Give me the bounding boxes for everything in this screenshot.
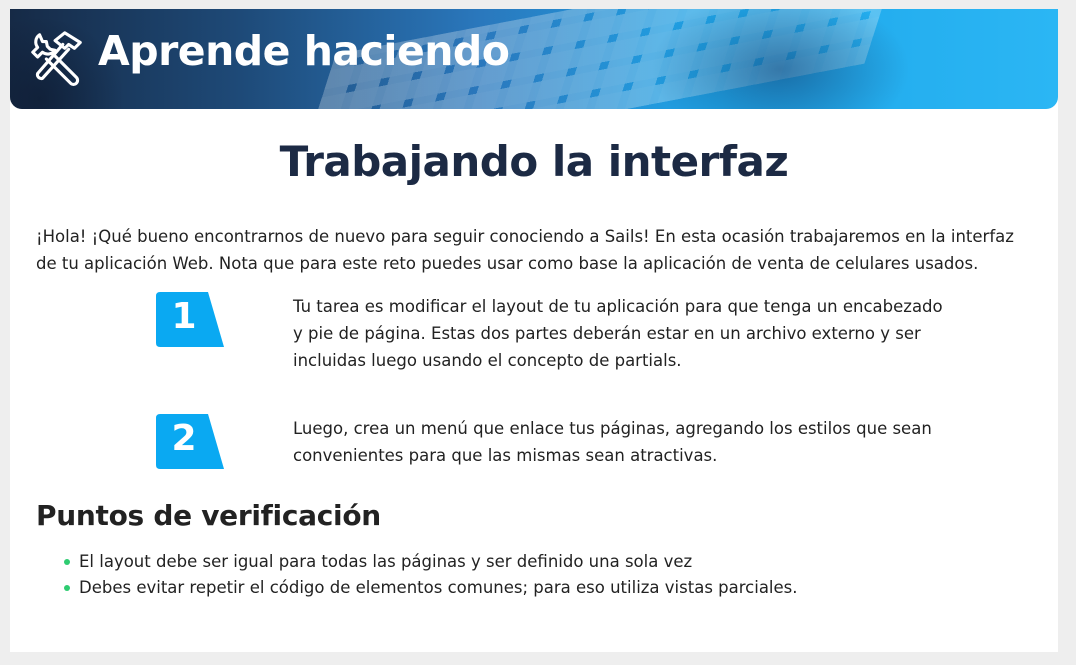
checkpoint-text: Debes evitar repetir el código de elemen… [79, 578, 798, 597]
hammer-wrench-icon [31, 31, 82, 86]
step-badge-2: 2 [156, 414, 226, 469]
list-item: El layout debe ser igual para todas las … [62, 549, 798, 575]
page-title: Trabajando la interfaz [279, 137, 789, 186]
bullet-dot [64, 585, 70, 591]
list-item: Debes evitar repetir el código de elemen… [62, 575, 798, 601]
banner-hand-image [650, 9, 910, 109]
content-card: Aprende haciendo Trabajando la interfaz … [10, 9, 1058, 652]
checkpoints-title: Puntos de verificación [36, 499, 381, 532]
checkpoints-list: El layout debe ser igual para todas las … [62, 549, 798, 601]
step-text-1: Tu tarea es modificar el layout de tu ap… [293, 297, 943, 370]
header-banner: Aprende haciendo [10, 9, 1058, 109]
step-number: 2 [171, 418, 197, 459]
checkpoint-text: El layout debe ser igual para todas las … [79, 552, 693, 571]
banner-title: Aprende haciendo [98, 27, 510, 75]
step-text-2: Luego, crea un menú que enlace tus págin… [293, 419, 932, 465]
bullet-dot [64, 559, 70, 565]
step-badge-1: 1 [156, 292, 226, 347]
intro-paragraph: ¡Hola! ¡Qué bueno encontrarnos de nuevo … [36, 227, 1014, 273]
step-number: 1 [171, 296, 197, 337]
